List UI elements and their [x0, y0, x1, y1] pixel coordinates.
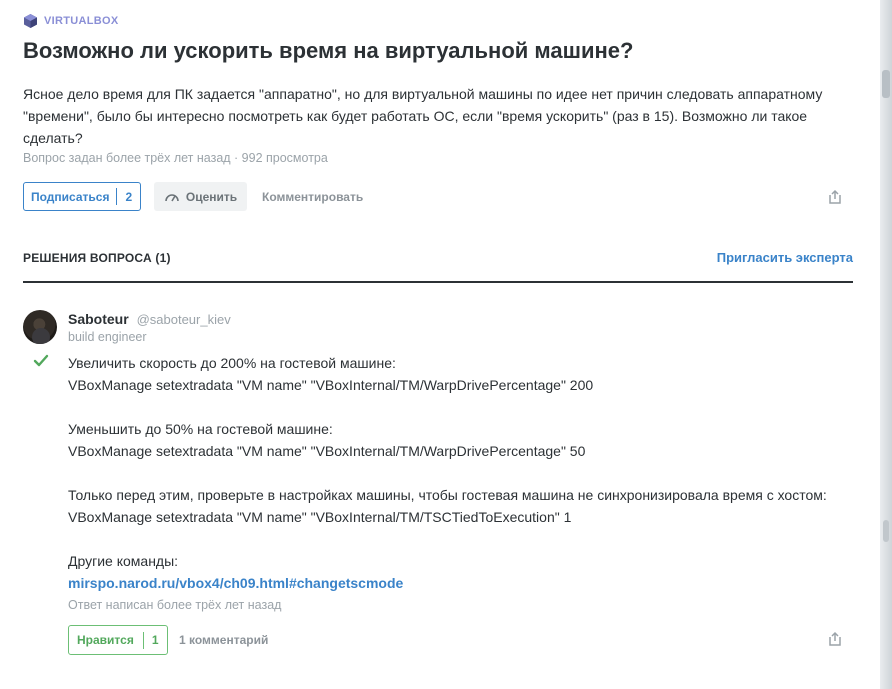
- question-title: Возможно ли ускорить время на виртуально…: [23, 38, 634, 63]
- edge-artifact: [883, 520, 889, 542]
- rate-label: Оценить: [185, 189, 238, 204]
- tag-label: VIRTUALBOX: [44, 15, 119, 27]
- answer-link[interactable]: mirspo.narod.ru/vbox4/ch09.html#changets…: [68, 575, 403, 591]
- answer-author: Saboteur @saboteur_kiev: [68, 311, 231, 327]
- answer-command: VBoxManage setextradata "VM name" "VBoxI…: [68, 509, 572, 525]
- author-name[interactable]: Saboteur: [68, 311, 129, 327]
- virtualbox-cube-icon: [24, 14, 37, 28]
- author-role: build engineer: [68, 330, 147, 344]
- answer-line: Только перед этим, проверьте в настройка…: [68, 487, 827, 503]
- answer-body: Увеличить скорость до 200% на гостевой м…: [68, 352, 858, 594]
- share-icon: [829, 631, 841, 646]
- answer-comments-link[interactable]: 1 комментарий: [179, 633, 268, 647]
- subscribe-button[interactable]: Подписаться 2: [23, 182, 142, 211]
- section-divider: [23, 281, 853, 283]
- question-meta: Вопрос задан более трёх лет назад · 992 …: [23, 151, 328, 165]
- answer-line: Уменьшить до 50% на гостевой машине:: [68, 421, 333, 437]
- question-body: Ясное дело время для ПК задается "аппара…: [23, 86, 823, 146]
- accepted-check-icon: [33, 354, 49, 367]
- share-question-button[interactable]: [827, 189, 843, 205]
- share-icon: [829, 189, 841, 204]
- answer-command: VBoxManage setextradata "VM name" "VBoxI…: [68, 377, 594, 393]
- gauge-icon: [165, 193, 179, 201]
- answer-line: Другие команды:: [68, 553, 179, 569]
- like-button[interactable]: Нравится 1: [68, 625, 168, 655]
- subscribe-label: Подписаться: [31, 189, 110, 204]
- edge-artifact: [882, 70, 890, 98]
- comment-link[interactable]: Комментировать: [262, 190, 363, 204]
- rate-button[interactable]: Оценить: [154, 182, 247, 211]
- share-answer-button[interactable]: [827, 631, 843, 647]
- like-count: 1: [151, 633, 159, 647]
- like-label: Нравится: [77, 633, 134, 647]
- author-nick[interactable]: @saboteur_kiev: [137, 312, 231, 327]
- answer-line: Увеличить скорость до 200% на гостевой м…: [68, 355, 396, 371]
- window-edge: [880, 0, 892, 689]
- answer-command: VBoxManage setextradata "VM name" "VBoxI…: [68, 443, 586, 459]
- answers-section-title: РЕШЕНИЯ ВОПРОСА (1): [23, 251, 171, 265]
- question-tag[interactable]: VIRTUALBOX: [23, 13, 119, 29]
- invite-expert-link[interactable]: Пригласить эксперта: [717, 250, 853, 265]
- avatar[interactable]: [23, 310, 57, 344]
- subscribe-count: 2: [125, 189, 133, 204]
- answer-meta: Ответ написан более трёх лет назад: [68, 598, 282, 612]
